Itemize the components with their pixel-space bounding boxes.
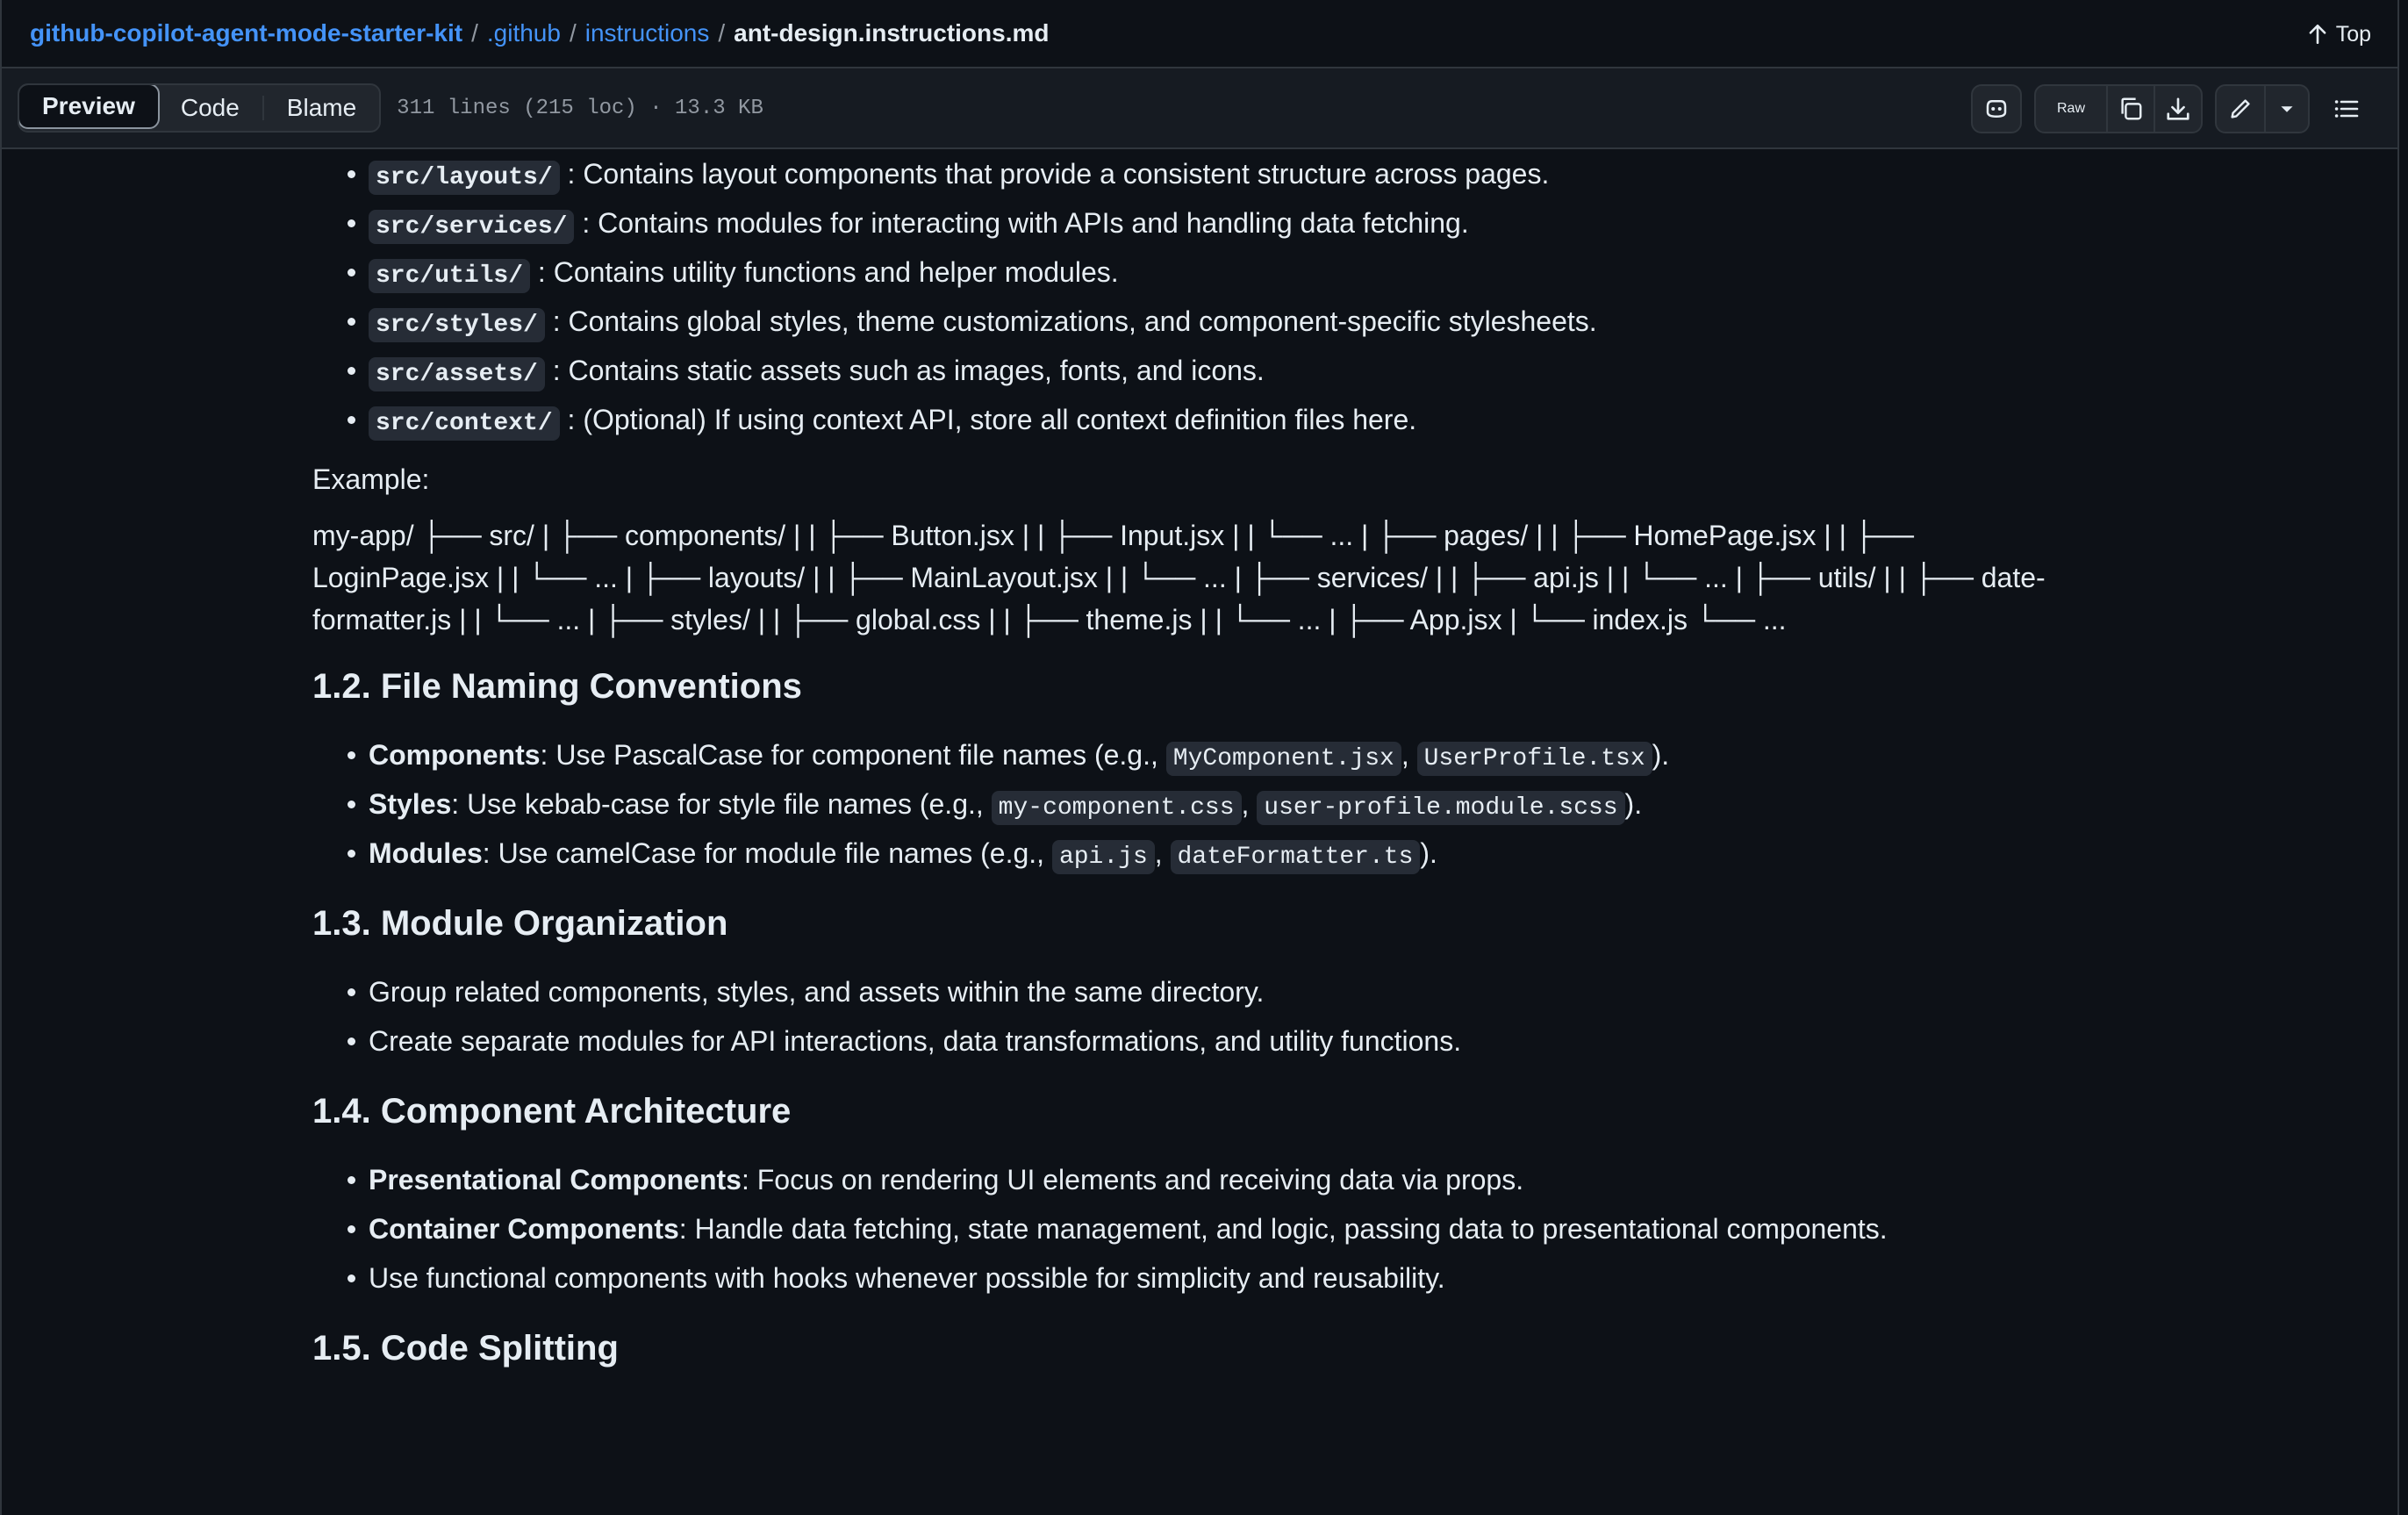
inline-code: my-component.css — [991, 791, 1242, 825]
module-list: Group related components, styles, and as… — [312, 967, 2120, 1066]
markdown-body: src/layouts/ : Contains layout component… — [312, 149, 2120, 1392]
inline-code: user-profile.module.scss — [1257, 791, 1625, 825]
term: Styles — [369, 788, 452, 820]
architecture-list: Presentational Components: Focus on rend… — [312, 1155, 2120, 1303]
download-button[interactable] — [2154, 86, 2201, 132]
breadcrumb-file-name: ant-design.instructions.md — [734, 19, 1050, 47]
list-item-text: : (Optional) If using context API, store… — [567, 404, 1417, 435]
copy-raw-button[interactable] — [2106, 86, 2154, 132]
breadcrumb-repo-link[interactable]: github-copilot-agent-mode-starter-kit — [30, 19, 462, 47]
inline-code: src/utils/ — [369, 259, 531, 293]
separator: , — [1154, 837, 1171, 869]
raw-button[interactable]: Raw — [2036, 86, 2106, 132]
list-item: Use functional components with hooks whe… — [312, 1253, 2120, 1303]
back-to-top-link[interactable]: Top — [2306, 0, 2371, 68]
list-item-text: : Use camelCase for module file names (e… — [482, 837, 1052, 869]
raw-label: Raw — [2056, 101, 2085, 116]
list-item: src/layouts/ : Contains layout component… — [312, 149, 2120, 198]
list-item-text: : Handle data fetching, state management… — [678, 1213, 1888, 1245]
folder-tree-text: my-app/ ├── src/ | ├── components/ | | ├… — [312, 520, 2046, 635]
inline-code: UserProfile.tsx — [1416, 742, 1652, 776]
breadcrumb-separator: / — [471, 19, 478, 47]
file-view: github-copilot-agent-mode-starter-kit / … — [0, 0, 2399, 1515]
edit-group — [2215, 84, 2310, 133]
list-item-text: : Contains modules for interacting with … — [582, 207, 1469, 239]
breadcrumb: github-copilot-agent-mode-starter-kit / … — [2, 0, 2397, 68]
list-item-text: Use functional components with hooks whe… — [369, 1262, 1445, 1294]
list-item-text: : Contains layout components that provid… — [567, 158, 1550, 190]
edit-file-button[interactable] — [2217, 86, 2264, 132]
copilot-button[interactable] — [1971, 84, 2022, 133]
term: Presentational Components — [369, 1164, 742, 1195]
list-item: src/styles/ : Contains global styles, th… — [312, 297, 2120, 346]
inline-code: src/layouts/ — [369, 161, 560, 195]
inline-code: dateFormatter.ts — [1170, 840, 1421, 874]
tab-code[interactable]: Code — [158, 85, 262, 131]
outline-button[interactable] — [2322, 84, 2371, 133]
breadcrumb-separator: / — [718, 19, 726, 47]
list-item-text: : Use kebab-case for style file names (e… — [451, 788, 992, 820]
heading-file-naming: 1.2. File Naming Conventions — [312, 667, 802, 706]
inline-code: src/assets/ — [369, 357, 545, 391]
inline-code: api.js — [1051, 840, 1155, 874]
list-item: Styles: Use kebab-case for style file na… — [312, 779, 2120, 829]
list-item: src/utils/ : Contains utility functions … — [312, 248, 2120, 297]
naming-list: Components: Use PascalCase for component… — [312, 730, 2120, 878]
list-item: src/services/ : Contains modules for int… — [312, 198, 2120, 248]
inline-code: src/context/ — [369, 406, 560, 441]
inline-code: MyComponent.jsx — [1165, 742, 1401, 776]
list-item-text: : Use PascalCase for component file name… — [540, 739, 1166, 771]
list-item: src/context/ : (Optional) If using conte… — [312, 395, 2120, 444]
breadcrumb-github-link[interactable]: .github — [487, 19, 561, 47]
list-item: src/assets/ : Contains static assets suc… — [312, 346, 2120, 395]
separator: , — [1241, 788, 1258, 820]
term: Components — [369, 739, 541, 771]
triangle-down-icon — [2281, 106, 2293, 112]
list-item-end: ). — [1420, 837, 1437, 869]
tab-blame[interactable]: Blame — [264, 85, 379, 131]
breadcrumb-instructions-link[interactable]: instructions — [585, 19, 710, 47]
list-item-end: ). — [1624, 788, 1643, 820]
list-icon — [2334, 100, 2359, 118]
file-toolbar: Preview Code Blame 311 lines (215 loc) ·… — [2, 68, 2397, 149]
edit-dropdown-button[interactable] — [2264, 86, 2308, 132]
download-icon — [2167, 97, 2189, 120]
heading-code-splitting: 1.5. Code Splitting — [312, 1329, 619, 1368]
view-mode-tabs: Preview Code Blame — [18, 83, 382, 133]
inline-code: src/services/ — [369, 210, 575, 244]
example-label: Example: — [312, 463, 430, 495]
term: Modules — [369, 837, 483, 869]
separator: , — [1401, 739, 1417, 771]
list-item: Create separate modules for API interact… — [312, 1016, 2120, 1066]
heading-component-architecture: 1.4. Component Architecture — [312, 1092, 792, 1131]
raw-copy-download-group: Raw — [2034, 84, 2203, 133]
breadcrumb-separator: / — [569, 19, 577, 47]
directory-list: src/layouts/ : Contains layout component… — [312, 149, 2120, 444]
file-info: 311 lines (215 loc) · 13.3 KB — [397, 96, 763, 120]
arrow-up-icon — [2309, 24, 2326, 45]
list-item-end: ). — [1652, 739, 1670, 771]
list-item: Group related components, styles, and as… — [312, 967, 2120, 1016]
list-item-text: : Contains global styles, theme customiz… — [552, 305, 1597, 337]
file-actions: Raw — [1971, 84, 2371, 133]
list-item-text: : Focus on rendering UI elements and rec… — [741, 1164, 1524, 1195]
pencil-icon — [2231, 99, 2250, 118]
copy-icon — [2121, 97, 2142, 120]
list-item-text: : Contains static assets such as images,… — [552, 355, 1265, 386]
list-item: Presentational Components: Focus on rend… — [312, 1155, 2120, 1204]
list-item: Components: Use PascalCase for component… — [312, 730, 2120, 779]
term: Container Components — [369, 1213, 679, 1245]
copilot-icon — [1986, 100, 2007, 118]
list-item: Modules: Use camelCase for module file n… — [312, 829, 2120, 878]
heading-module-organization: 1.3. Module Organization — [312, 904, 728, 943]
top-label: Top — [2335, 21, 2371, 47]
list-item-text: : Contains utility functions and helper … — [537, 256, 1119, 288]
tab-preview[interactable]: Preview — [19, 85, 160, 129]
inline-code: src/styles/ — [369, 308, 545, 342]
list-item: Container Components: Handle data fetchi… — [312, 1204, 2120, 1253]
